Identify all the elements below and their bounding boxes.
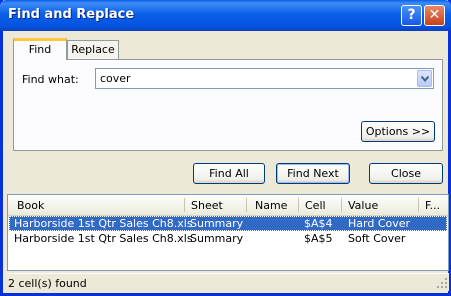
results-header: Book Sheet Name Cell Value F...	[8, 195, 448, 217]
column-divider[interactable]	[418, 198, 419, 212]
status-text: 2 cell(s) found	[8, 277, 87, 290]
find-what-label: Find what:	[22, 73, 79, 86]
column-header-name[interactable]: Name	[255, 199, 287, 212]
options-button[interactable]: Options >>	[361, 121, 435, 142]
cell-book: Harborside 1st Qtr Sales Ch8.xls	[14, 232, 193, 245]
column-divider[interactable]	[298, 198, 299, 212]
window-close-button[interactable]: ✕	[424, 5, 445, 26]
cell-value: Hard Cover	[348, 217, 411, 230]
find-replace-dialog: Find and Replace ? ✕ Find Replace Find w…	[0, 0, 451, 296]
column-header-cell[interactable]: Cell	[305, 199, 326, 212]
find-all-label: Find All	[209, 167, 249, 180]
find-panel: Find what: cover Options >>	[13, 59, 443, 151]
column-header-formula[interactable]: F...	[425, 199, 440, 212]
column-divider[interactable]	[246, 198, 247, 212]
dialog-title: Find and Replace	[8, 7, 135, 22]
results-list[interactable]: Book Sheet Name Cell Value F... Harborsi…	[7, 194, 449, 271]
column-header-value[interactable]: Value	[348, 199, 378, 212]
column-divider[interactable]	[341, 198, 342, 212]
options-button-label: Options >>	[365, 125, 431, 138]
column-header-sheet[interactable]: Sheet	[191, 199, 223, 212]
tab-replace[interactable]: Replace	[67, 40, 119, 60]
table-row[interactable]: Harborside 1st Qtr Sales Ch8.xls Summary…	[9, 216, 447, 231]
table-row[interactable]: Harborside 1st Qtr Sales Ch8.xls Summary…	[9, 231, 447, 246]
find-next-button[interactable]: Find Next	[276, 163, 350, 184]
tab-find[interactable]: Find	[13, 38, 67, 60]
title-bar[interactable]: Find and Replace ? ✕	[0, 0, 451, 31]
tab-find-label: Find	[28, 43, 52, 56]
cell-book: Harborside 1st Qtr Sales Ch8.xls	[14, 217, 193, 230]
find-next-label: Find Next	[287, 167, 339, 180]
status-bar: 2 cell(s) found	[7, 273, 449, 291]
find-what-combobox[interactable]: cover	[95, 68, 434, 89]
cell-sheet: Summary	[190, 217, 244, 230]
resize-grip-icon[interactable]	[437, 278, 448, 289]
close-button-label: Close	[391, 167, 421, 180]
cell-address: $A$5	[304, 232, 333, 245]
help-icon: ?	[407, 7, 416, 23]
help-button[interactable]: ?	[401, 5, 422, 26]
find-what-dropdown-button[interactable]	[417, 70, 432, 87]
tab-replace-label: Replace	[71, 43, 115, 56]
close-button[interactable]: Close	[369, 163, 443, 184]
column-header-book[interactable]: Book	[17, 199, 44, 212]
find-all-button[interactable]: Find All	[193, 163, 265, 184]
cell-address: $A$4	[304, 217, 333, 230]
cell-value: Soft Cover	[348, 232, 406, 245]
close-icon: ✕	[428, 7, 441, 23]
cell-sheet: Summary	[190, 232, 244, 245]
column-divider[interactable]	[184, 198, 185, 212]
chevron-down-icon	[421, 76, 429, 82]
find-what-input[interactable]: cover	[100, 72, 131, 85]
